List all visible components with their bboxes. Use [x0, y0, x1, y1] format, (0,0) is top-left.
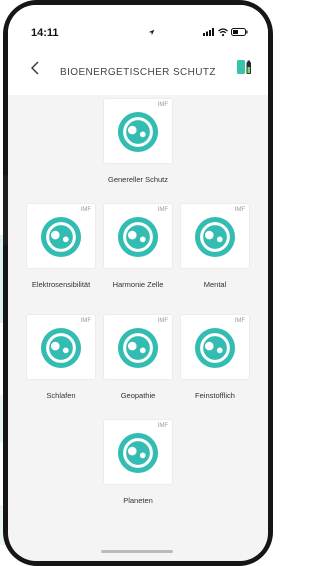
tile-planeten[interactable]: IMF Planeten [99, 420, 177, 505]
tile-label: Schlafen [46, 391, 76, 400]
phone-battery-icon[interactable] [236, 58, 252, 76]
imf-badge: IMF [157, 318, 168, 324]
tile-schlafen[interactable]: IMF Schlafen [22, 315, 100, 400]
navigation-bar: BIOENERGETISCHER SCHUTZ [8, 49, 268, 95]
tile-geopathie[interactable]: IMF Geopathie [99, 315, 177, 400]
tile-feinstofflich[interactable]: IMF Feinstofflich [176, 315, 254, 400]
tile-label: Mental [203, 280, 227, 289]
imf-badge: IMF [157, 207, 168, 213]
imf-badge: IMF [80, 207, 91, 213]
imf-badge: IMF [234, 318, 245, 324]
tile-label: Geopathie [120, 391, 156, 400]
imf-badge: IMF [157, 423, 168, 429]
status-bar: 14:11 [8, 5, 268, 49]
tile-card[interactable]: IMF [104, 99, 172, 163]
cell-balance-icon [40, 216, 82, 258]
imf-badge: IMF [234, 207, 245, 213]
wifi-icon [218, 28, 228, 36]
tile-card[interactable]: IMF [181, 204, 249, 268]
tile-label: Genereller Schutz [107, 175, 169, 184]
cell-balance-icon [117, 432, 159, 474]
tile-card[interactable]: IMF [27, 204, 95, 268]
tile-harmonie-zelle[interactable]: IMF Harmonie Zelle [99, 204, 177, 289]
cell-balance-icon [117, 216, 159, 258]
home-indicator[interactable] [101, 550, 173, 553]
location-arrow-icon [148, 29, 155, 36]
tile-mental[interactable]: IMF Mental [176, 204, 254, 289]
tile-elektrosensibilitaet[interactable]: IMF Elektrosensibilität [22, 204, 100, 289]
app-screen: 14:11 BIOENERGETISCHER SCHUTZ IMF Genere… [8, 5, 268, 561]
tile-label: Harmonie Zelle [112, 280, 164, 289]
battery-icon [231, 28, 248, 36]
tile-card[interactable]: IMF [104, 204, 172, 268]
cell-balance-icon [194, 327, 236, 369]
cell-balance-icon [40, 327, 82, 369]
tile-card[interactable]: IMF [181, 315, 249, 379]
status-icons [148, 28, 248, 36]
cell-balance-icon [117, 111, 159, 153]
signal-icon [203, 28, 214, 36]
tile-card[interactable]: IMF [27, 315, 95, 379]
tile-label: Planeten [123, 496, 153, 505]
tile-label: Elektrosensibilität [31, 280, 91, 289]
imf-badge: IMF [157, 102, 168, 108]
imf-badge: IMF [80, 318, 91, 324]
cell-balance-icon [194, 216, 236, 258]
status-time: 14:11 [31, 27, 59, 39]
tile-genereller-schutz[interactable]: IMF Genereller Schutz [99, 99, 177, 184]
tile-card[interactable]: IMF [104, 315, 172, 379]
page-title: BIOENERGETISCHER SCHUTZ [60, 67, 216, 78]
tile-card[interactable]: IMF [104, 420, 172, 484]
tile-label: Feinstofflich [195, 391, 235, 400]
phone-frame: 14:11 BIOENERGETISCHER SCHUTZ IMF Genere… [3, 0, 273, 566]
cell-balance-icon [117, 327, 159, 369]
